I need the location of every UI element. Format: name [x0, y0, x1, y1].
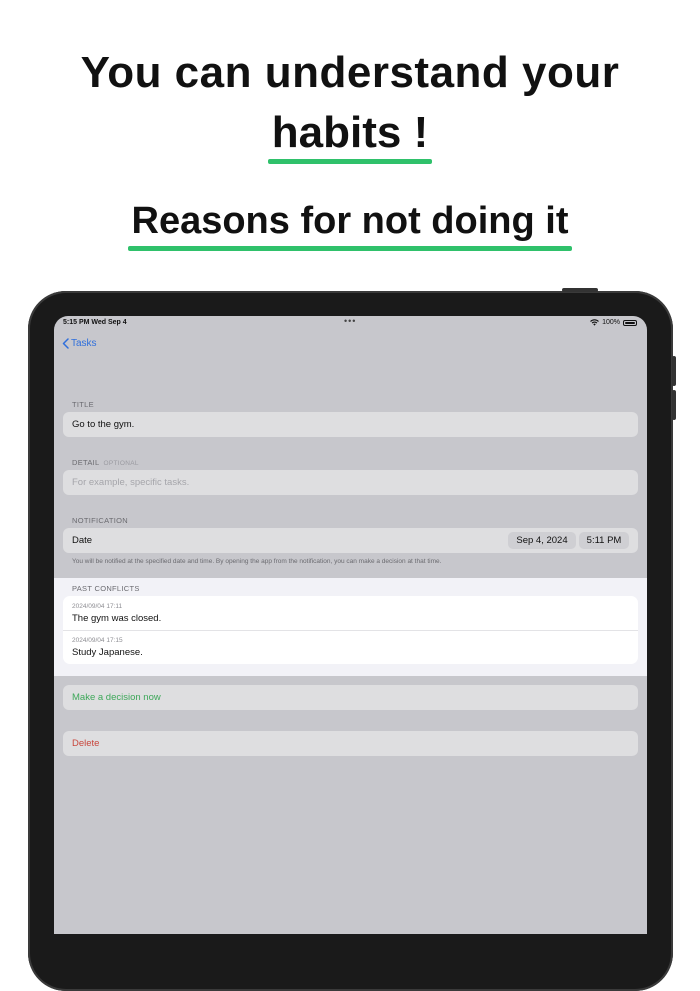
battery-percent: 100% — [602, 319, 620, 326]
multitasking-dots-icon[interactable]: ••• — [344, 316, 356, 326]
list-item[interactable]: 2024/09/04 17:11 The gym was closed. — [63, 596, 638, 630]
status-right-group: 100% — [590, 319, 637, 326]
notification-note: You will be notified at the specified da… — [72, 558, 442, 565]
past-conflicts-section: PAST CONFLICTS 2024/09/04 17:11 The gym … — [54, 578, 647, 676]
date-picker-button[interactable]: Sep 4, 2024 — [508, 532, 576, 549]
notification-section-label: NOTIFICATION — [72, 516, 128, 525]
subheadline-text: Reasons for not doing it — [131, 200, 569, 242]
title-input[interactable]: Go to the gym. — [63, 412, 638, 437]
device-volume-down-button — [672, 390, 676, 420]
conflict-timestamp: 2024/09/04 17:15 — [72, 637, 123, 644]
detail-section-label: DETAIL OPTIONAL — [72, 458, 139, 467]
time-picker-button[interactable]: 5:11 PM — [579, 532, 629, 549]
detail-input[interactable]: For example, specific tasks. — [63, 470, 638, 495]
conflict-text: The gym was closed. — [72, 613, 162, 624]
battery-icon — [623, 319, 637, 326]
back-button-label: Tasks — [71, 338, 97, 349]
list-item[interactable]: 2024/09/04 17:15 Study Japanese. — [63, 630, 638, 664]
conflict-text: Study Japanese. — [72, 647, 143, 658]
subheadline: Reasons for not doing it — [127, 200, 573, 251]
conflict-timestamp: 2024/09/04 17:11 — [72, 603, 123, 610]
detail-optional-tag: OPTIONAL — [103, 460, 139, 467]
headline-line1: You can understand your — [80, 48, 620, 97]
status-bar: 5:15 PM Wed Sep 4 ••• 100% — [54, 316, 647, 331]
title-section-label: TITLE — [72, 400, 94, 409]
delete-button[interactable]: Delete — [63, 731, 638, 756]
back-button[interactable]: Tasks — [62, 338, 97, 349]
date-row-label: Date — [72, 535, 93, 546]
chevron-left-icon — [62, 338, 69, 349]
past-conflicts-list: 2024/09/04 17:11 The gym was closed. 202… — [63, 596, 638, 664]
past-conflicts-label: PAST CONFLICTS — [72, 584, 140, 593]
headline-line2: habits ! — [267, 108, 433, 164]
status-time: 5:15 PM Wed Sep 4 — [63, 319, 127, 326]
headline-line2-text: habits ! — [271, 108, 429, 157]
make-decision-button[interactable]: Make a decision now — [63, 685, 638, 710]
app-screen: 5:15 PM Wed Sep 4 ••• 100% Tasks TITLE G… — [54, 316, 647, 934]
notification-date-row: Date Sep 4, 2024 5:11 PM — [63, 528, 638, 553]
detail-label-text: DETAIL — [72, 458, 100, 467]
headline-underline — [267, 159, 433, 164]
device-top-button — [562, 288, 598, 292]
wifi-icon — [590, 319, 599, 326]
subheadline-underline — [127, 246, 573, 251]
device-volume-up-button — [672, 356, 676, 386]
